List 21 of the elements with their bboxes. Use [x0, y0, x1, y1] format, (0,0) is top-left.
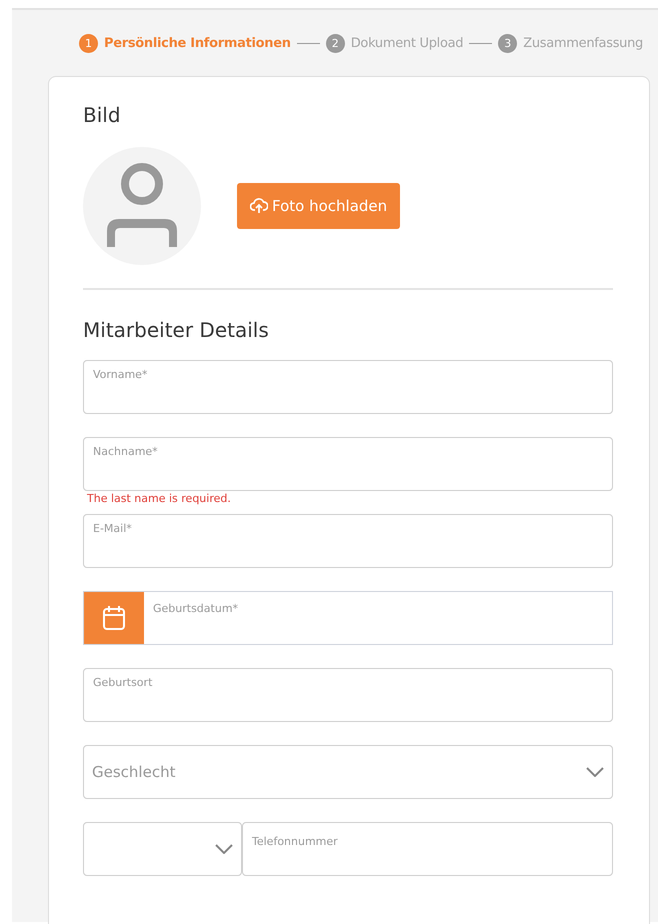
text-field[interactable]: Vorname* [83, 360, 613, 414]
chevron-down-icon [586, 767, 604, 777]
step-number: 3 [498, 34, 518, 52]
step-number: 2 [326, 34, 345, 52]
avatar-placeholder-icon [83, 147, 201, 265]
phone-field[interactable]: Telefonnummer [242, 822, 613, 876]
text-field[interactable]: Geburtsort [83, 668, 613, 722]
cloud-upload-icon [250, 198, 268, 214]
text-field[interactable]: E-Mail* [83, 514, 613, 568]
text-field[interactable]: Nachname* [83, 437, 613, 491]
country-code-select[interactable] [83, 822, 242, 876]
select-field[interactable]: Geschlecht [83, 745, 613, 799]
step-label[interactable]: Persönliche Informationen [104, 36, 291, 50]
error-message: The last name is required. [87, 492, 232, 505]
upload-photo-button[interactable]: Foto hochladen [237, 183, 400, 229]
chevron-down-icon [215, 844, 233, 854]
section-title: Mitarbeiter Details [83, 318, 270, 342]
section-title: Bild [83, 103, 122, 127]
step-label[interactable]: Zusammenfassung [523, 36, 644, 50]
step-number: 1 [78, 34, 98, 52]
step-label[interactable]: Dokument Upload [350, 36, 464, 50]
